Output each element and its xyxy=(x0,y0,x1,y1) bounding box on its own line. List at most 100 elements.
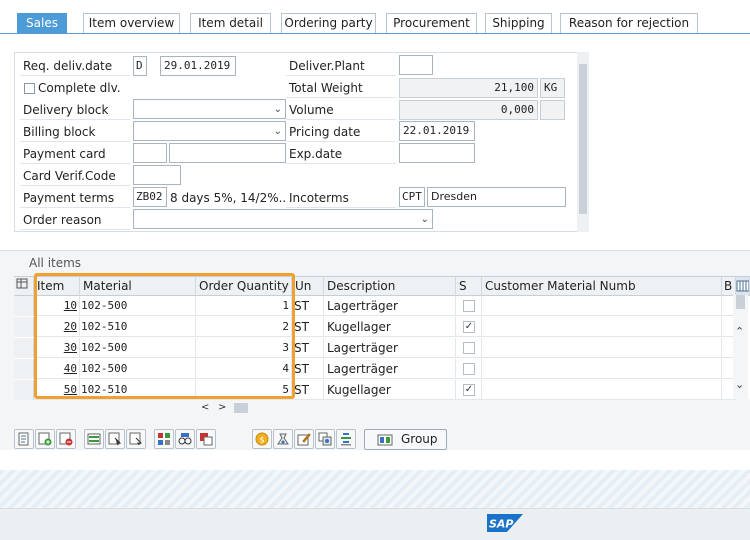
tab-reason-for-rejection[interactable]: Reason for rejection xyxy=(560,13,698,33)
cell-order-quantity[interactable]: 2 xyxy=(196,317,292,337)
column-header-order-quantity[interactable]: Order Quantity xyxy=(196,277,292,296)
tab-ordering-party[interactable]: Ordering party xyxy=(281,13,376,33)
exp-date-field[interactable] xyxy=(399,143,475,163)
deselect-all-button[interactable] xyxy=(126,429,146,449)
cell-description[interactable]: Lagerträger xyxy=(324,359,456,379)
cell-material[interactable]: 102-510 xyxy=(80,380,196,400)
table-row[interactable]: 20 102-510 2 ST Kugellager ✓ xyxy=(14,317,736,337)
card-verif-code-field[interactable] xyxy=(133,165,181,185)
cell-material[interactable]: 102-500 xyxy=(80,359,196,379)
scroll-right-icon[interactable]: > xyxy=(218,402,226,413)
schedule-lines-button[interactable] xyxy=(175,429,195,449)
copy-items-button[interactable] xyxy=(315,429,335,449)
chevron-down-icon[interactable]: ⌄ xyxy=(735,378,744,391)
cell-item[interactable]: 30 xyxy=(34,338,80,358)
cell-item[interactable]: 40 xyxy=(34,359,80,379)
edit-texts-button[interactable] xyxy=(294,429,314,449)
cell-unit[interactable]: ST xyxy=(292,338,324,358)
column-header-customer-material[interactable]: Customer Material Numb xyxy=(482,277,722,296)
cell-material[interactable]: 102-500 xyxy=(80,296,196,316)
structure-button[interactable] xyxy=(336,429,356,449)
table-settings-icon[interactable] xyxy=(14,277,34,296)
row-selector[interactable] xyxy=(14,380,34,400)
group-button[interactable]: Group xyxy=(364,429,447,450)
cell-order-quantity[interactable]: 4 xyxy=(196,359,292,379)
cell-item[interactable]: 20 xyxy=(34,317,80,337)
cell-customer-material[interactable] xyxy=(482,296,722,316)
insert-row-button[interactable] xyxy=(35,429,55,449)
column-header-item[interactable]: Item xyxy=(34,277,80,296)
cell-material[interactable]: 102-500 xyxy=(80,338,196,358)
deliver-plant-field[interactable] xyxy=(399,55,433,75)
pricing-date-field[interactable]: 22.01.2019 xyxy=(399,121,475,141)
select-block-button[interactable] xyxy=(105,429,125,449)
cell-unit[interactable]: ST xyxy=(292,296,324,316)
cell-item[interactable]: 50 xyxy=(34,380,80,400)
cell-item[interactable]: 10 xyxy=(34,296,80,316)
select-all-button[interactable] xyxy=(84,429,104,449)
availability-button[interactable]: $ xyxy=(252,429,272,449)
cell-customer-material[interactable] xyxy=(482,317,722,337)
form-scrollbar-thumb[interactable] xyxy=(579,64,587,214)
column-header-b[interactable]: B xyxy=(722,277,736,296)
tab-item-detail[interactable]: Item detail xyxy=(190,13,271,33)
row-selector[interactable] xyxy=(14,296,34,316)
chevron-up-icon[interactable]: ⌃ xyxy=(735,325,744,338)
column-header-material[interactable]: Material xyxy=(80,277,196,296)
cell-description[interactable]: Kugellager xyxy=(324,317,456,337)
table-row[interactable]: 40 102-500 4 ST Lagerträger xyxy=(14,359,736,379)
table-scrollbar-thumb[interactable] xyxy=(736,295,745,309)
tab-sales[interactable]: Sales xyxy=(17,13,67,33)
cell-s xyxy=(456,359,482,379)
total-weight-label: Total Weight xyxy=(286,78,396,98)
column-header-s[interactable]: S xyxy=(456,277,482,296)
table-row[interactable]: 10 102-500 1 ST Lagerträger xyxy=(14,296,736,316)
batch-split-button[interactable] xyxy=(273,429,293,449)
row-selector[interactable] xyxy=(14,317,34,337)
item-detail-button[interactable] xyxy=(14,429,34,449)
row-selector[interactable] xyxy=(14,359,34,379)
order-reason-dropdown[interactable]: ⌄ xyxy=(133,209,433,229)
complete-dlv-checkbox[interactable] xyxy=(24,83,35,94)
billing-block-dropdown[interactable]: ⌄ xyxy=(133,121,286,141)
cell-customer-material[interactable] xyxy=(482,359,722,379)
cell-customer-material[interactable] xyxy=(482,338,722,358)
table-scrollbar[interactable]: ⌃ ⌄ xyxy=(733,295,748,399)
payment-card-type-field[interactable] xyxy=(133,143,167,163)
billing-block-label: Billing block xyxy=(20,122,130,142)
column-header-description[interactable]: Description xyxy=(324,277,456,296)
cell-unit[interactable]: ST xyxy=(292,359,324,379)
cell-description[interactable]: Lagerträger xyxy=(324,296,456,316)
table-row[interactable]: 50 102-510 5 ST Kugellager ✓ xyxy=(14,380,736,400)
row-selector[interactable] xyxy=(14,338,34,358)
cell-customer-material[interactable] xyxy=(482,380,722,400)
cell-order-quantity[interactable]: 5 xyxy=(196,380,292,400)
table-row[interactable]: 30 102-500 3 ST Lagerträger xyxy=(14,338,736,358)
column-header-unit[interactable]: Un xyxy=(292,277,324,296)
cell-order-quantity[interactable]: 1 xyxy=(196,296,292,316)
tab-procurement[interactable]: Procurement xyxy=(386,13,477,33)
cell-material[interactable]: 102-510 xyxy=(80,317,196,337)
s-checkbox xyxy=(463,363,475,375)
tab-item-overview[interactable]: Item overview xyxy=(83,13,180,33)
cell-description[interactable]: Kugellager xyxy=(324,380,456,400)
scroll-left-icon[interactable]: < xyxy=(201,402,209,413)
delete-row-button[interactable] xyxy=(56,429,76,449)
configuration-button[interactable] xyxy=(154,429,174,449)
req-deliv-date-field[interactable]: 29.01.2019 xyxy=(160,56,236,76)
cell-order-quantity[interactable]: 3 xyxy=(196,338,292,358)
delivery-block-dropdown[interactable]: ⌄ xyxy=(133,99,286,119)
form-scrollbar[interactable] xyxy=(577,52,589,232)
incoterms-place-field[interactable]: Dresden xyxy=(427,187,566,207)
payment-terms-code-field[interactable]: ZB02 xyxy=(133,187,167,207)
payment-card-number-field[interactable] xyxy=(169,143,286,163)
cell-unit[interactable]: ST xyxy=(292,317,324,337)
pricing-button[interactable] xyxy=(196,429,216,449)
req-deliv-date-unit-field[interactable]: D xyxy=(133,56,147,76)
tab-shipping[interactable]: Shipping xyxy=(485,13,552,33)
column-chooser-icon[interactable] xyxy=(736,277,750,296)
incoterms-code-field[interactable]: CPT xyxy=(399,187,425,207)
cell-unit[interactable]: ST xyxy=(292,380,324,400)
horizontal-scrollbar-thumb[interactable] xyxy=(234,403,248,413)
cell-description[interactable]: Lagerträger xyxy=(324,338,456,358)
